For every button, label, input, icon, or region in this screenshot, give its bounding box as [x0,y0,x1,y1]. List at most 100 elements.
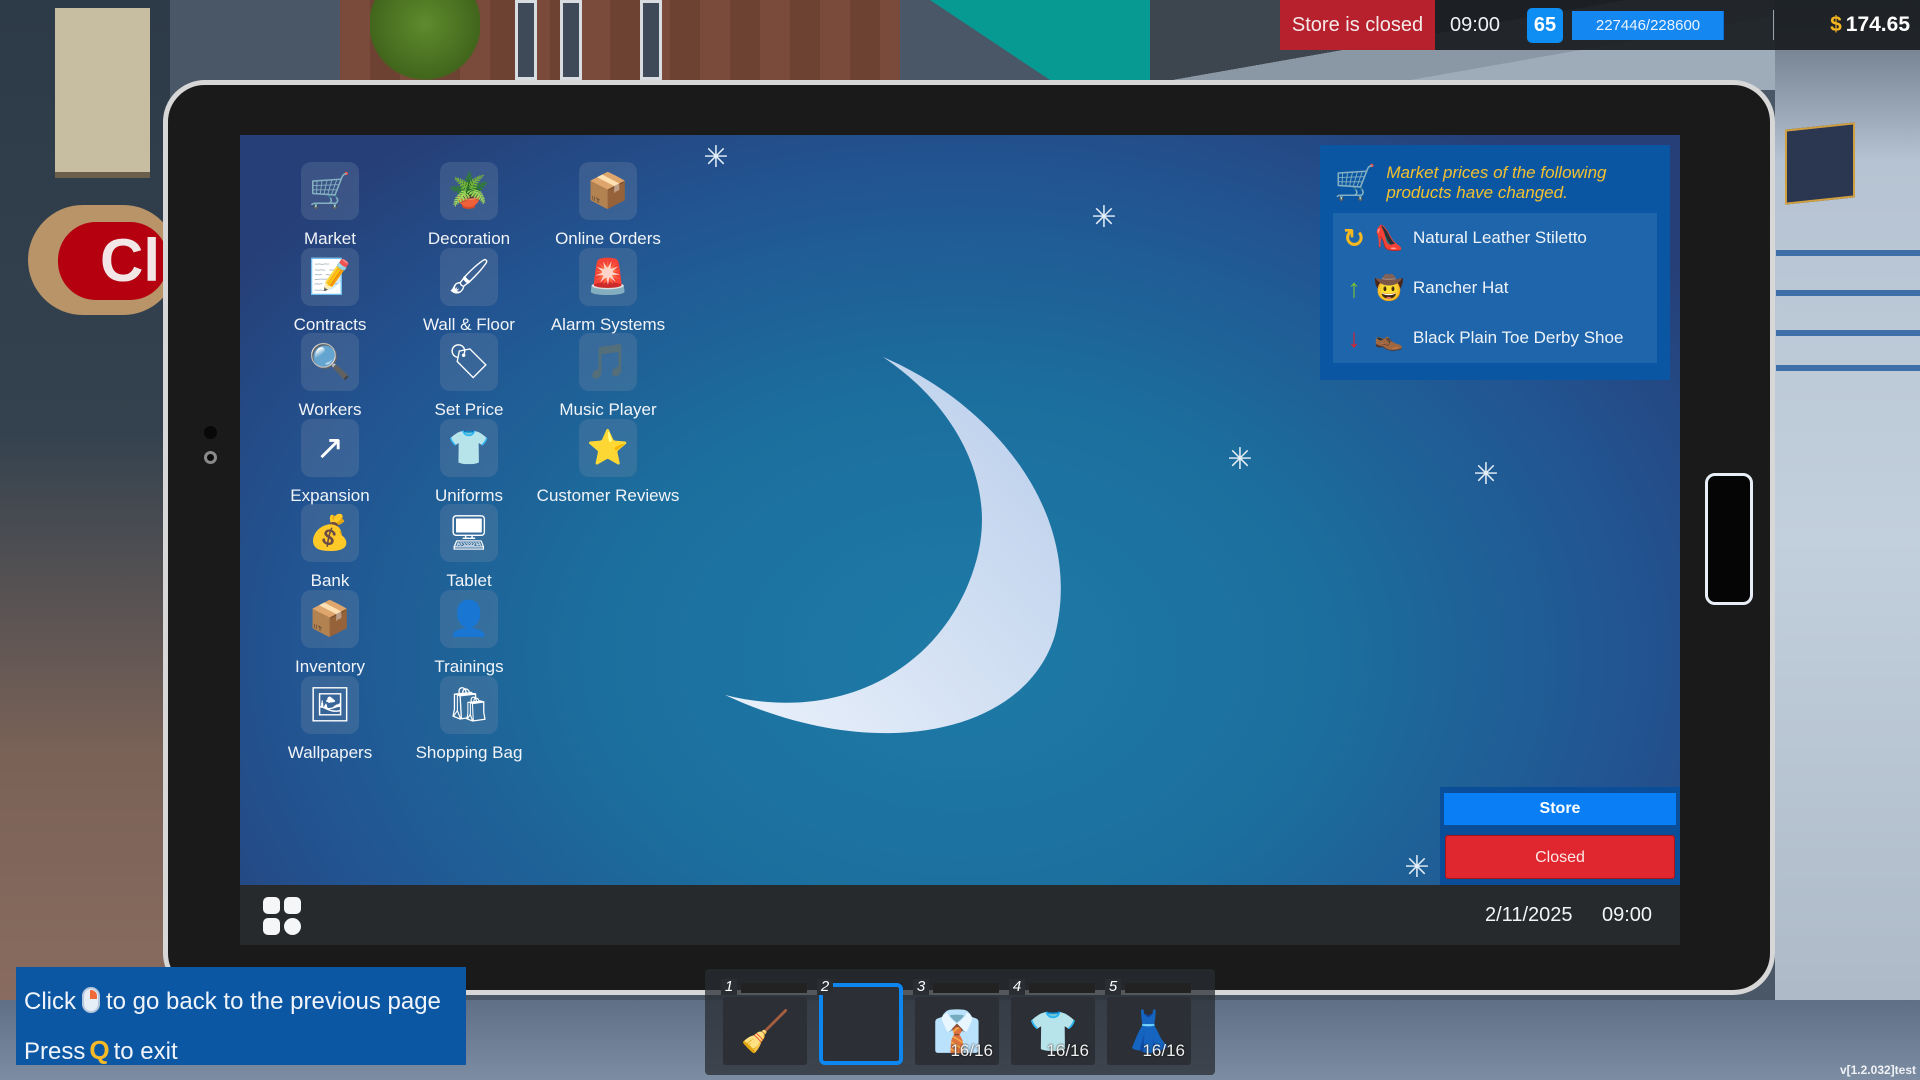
changed-product-item: ↑ 🤠 Rancher Hat [1333,263,1657,313]
taskbar-time: 09:00 [1602,904,1653,926]
hint-exit: Press Qto exit [24,1026,466,1076]
app-label: Music Player [559,400,657,419]
tablet-screen: ✳ ✳ ✳ ✳ ✳ 🛒 Market 🪴 Decoration 📦 Online Orde… [240,135,1680,885]
sparkle-star-icon: ✳ [703,141,729,174]
slot-number: 1 [721,979,737,995]
app-bank[interactable]: 💰 Bank [255,504,405,591]
app-contracts[interactable]: 📝 Contracts [255,248,405,335]
store-label: Store [1444,793,1676,825]
app-label: Decoration [427,229,511,248]
slot-durability-bar [1029,983,1095,993]
slot-count: 16/16 [1046,1041,1089,1060]
app-label: Uniforms [434,486,503,505]
taskbar-date: 2/11/2025 [1485,904,1573,926]
app-label: Market [304,229,356,248]
app-label: Expansion [290,486,370,505]
slot-number: 3 [913,979,929,995]
star-icon: ⭐ [579,419,637,477]
app-label: Customer Reviews [536,486,680,505]
app-trainings[interactable]: 👤 Trainings [394,590,544,677]
price-tag-icon: 🏷 [440,333,498,391]
building-window [560,0,582,80]
hotbar-slot-4[interactable]: 👕 4 16/16 [1009,979,1095,1065]
wall-shelf [1776,365,1920,371]
app-customer-reviews[interactable]: ⭐ Customer Reviews [533,419,683,506]
tablet-sensor-icon [204,451,217,464]
decoration-icon: 🪴 [440,162,498,220]
tablet-camera-icon [204,426,217,439]
wall-shelf [1776,330,1920,336]
bank-money-icon: 💰 [301,504,359,562]
product-name: Black Plain Toe Derby Shoe [1413,328,1624,347]
app-wall-floor[interactable]: 🖌 Wall & Floor [394,248,544,335]
notification-message: Market prices of the following products … [1386,163,1607,202]
training-icon: 👤 [440,590,498,648]
inventory-boxes-icon: 📦 [301,590,359,648]
app-label: Wall & Floor [423,315,515,334]
slot-number: 2 [817,979,833,995]
tablet-home-button[interactable] [1705,473,1753,605]
building-window [640,0,662,80]
xp-progress-bar: 227446/228600 [1572,11,1724,40]
sparkle-star-icon: ✳ [1404,851,1430,884]
app-grid-icon[interactable] [263,897,303,937]
app-label: Trainings [434,657,504,676]
app-inventory[interactable]: 📦 Inventory [255,590,405,677]
hotbar-slot-1[interactable]: 🧹 1 [721,979,807,1065]
app-alarm-systems[interactable]: 🚨 Alarm Systems [533,248,683,335]
app-shopping-bag[interactable]: 🛍 Shopping Bag [394,676,544,763]
app-uniforms[interactable]: 👕 Uniforms [394,419,544,506]
app-label: Tablet [446,571,492,590]
slot-count: 16/16 [950,1041,993,1060]
app-wallpapers[interactable]: 🖼 Wallpapers [255,676,405,763]
hotbar-slot-2[interactable]: 2 [817,979,903,1065]
product-name: Rancher Hat [1413,278,1509,297]
hud-divider [1773,10,1774,40]
q-key-icon: Q [89,1035,110,1065]
hint-text: to go back to the previous page [106,988,441,1015]
sparkle-star-icon: ✳ [1091,201,1117,234]
app-label: Wallpapers [287,743,373,762]
hint-text: Click [24,988,76,1015]
money-display: $174.65 [1830,0,1910,50]
wallpaper-image-icon: 🖼 [301,676,359,734]
sparkle-star-icon: ✳ [1473,458,1499,491]
wall-shelf [1776,290,1920,296]
tablet-taskbar: 2/11/2025 09:00 [240,885,1680,945]
slot-number: 4 [1009,979,1025,995]
trend-reset-icon: ↻ [1343,222,1365,253]
hud-clock: 09:00 [1450,14,1501,36]
hotbar-slot-5[interactable]: 👗 5 16/16 [1105,979,1191,1065]
controls-hint: Click to go back to the previous page Pre… [16,967,466,1065]
product-thumbnail-icon: 🤠 [1374,274,1404,302]
app-online-orders[interactable]: 📦 Online Orders [533,162,683,249]
product-thumbnail-icon: 👞 [1374,324,1404,352]
shopping-cart-icon: 🛒 [1334,164,1377,202]
app-tablet[interactable]: 🖥 Tablet [394,504,544,591]
app-label: Bank [310,571,350,590]
app-label: Inventory [295,657,365,676]
app-expansion[interactable]: ↗ Expansion [255,419,405,506]
price-change-notification[interactable]: 🛒 Market prices of the following product… [1320,145,1670,380]
trend-up-icon: ↑ [1347,272,1361,303]
expansion-icon: ↗ [301,419,359,477]
paint-roller-icon: 🖌 [440,248,498,306]
product-thumbnail-icon: 👠 [1374,224,1404,252]
store-open-close-button[interactable]: Closed [1445,835,1675,879]
slot-durability-bar [933,983,999,993]
product-name: Natural Leather Stiletto [1413,228,1587,247]
app-set-price[interactable]: 🏷 Set Price [394,333,544,420]
hotbar-slot-3[interactable]: 👔 3 16/16 [913,979,999,1065]
app-workers[interactable]: 🔍 Workers [255,333,405,420]
app-market[interactable]: 🛒 Market [255,162,405,249]
worker-search-icon: 🔍 [301,333,359,391]
changed-product-item: ↓ 👞 Black Plain Toe Derby Shoe [1333,313,1657,363]
hint-back: Click to go back to the previous page [24,977,466,1026]
app-decoration[interactable]: 🪴 Decoration [394,162,544,249]
store-status-badge: Store is closed [1280,0,1435,50]
sparkle-star-icon: ✳ [1227,443,1253,476]
slot-item-icon: 🧹 [723,997,807,1065]
hint-text: to exit [113,1038,178,1065]
app-music-player[interactable]: 🎵 Music Player [533,333,683,420]
shop-sign-text: Cl [58,222,168,300]
